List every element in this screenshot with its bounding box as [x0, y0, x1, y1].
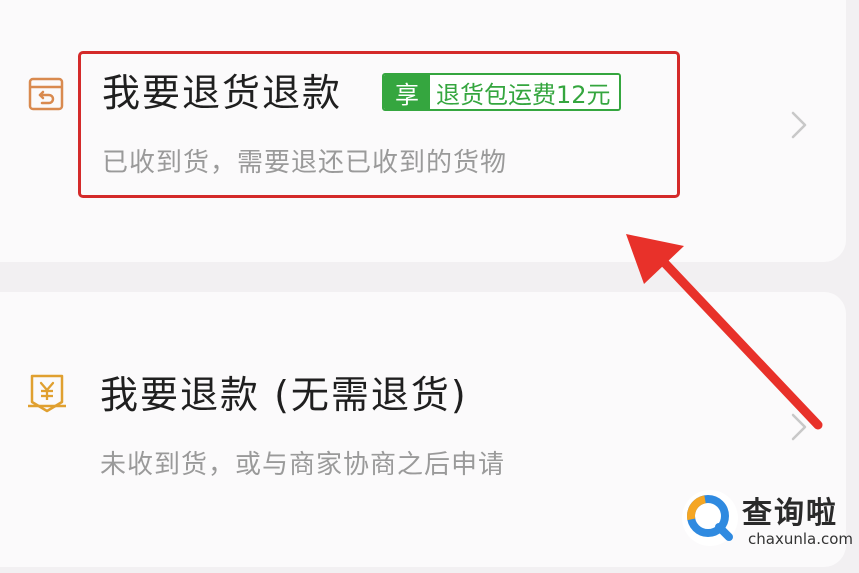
watermark: 查询啦 chaxunla.com: [676, 486, 853, 550]
watermark-name: 查询啦: [742, 496, 838, 531]
watermark-url: chaxunla.com: [748, 530, 853, 548]
watermark-logo: [682, 490, 738, 546]
